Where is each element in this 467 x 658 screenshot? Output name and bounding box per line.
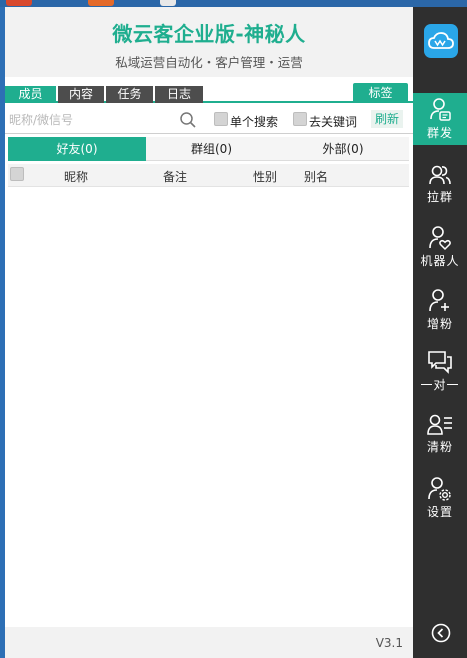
sidebar-item-settings[interactable]: 设置: [413, 472, 467, 524]
tab-members[interactable]: 成员: [5, 86, 56, 103]
contact-type-segment: 好友(0) 群组(0) 外部(0): [8, 137, 409, 161]
tab-tasks[interactable]: 任务: [106, 86, 153, 103]
column-gender[interactable]: 性别: [253, 168, 277, 185]
search-icon[interactable]: [179, 111, 197, 129]
desktop-icon: [6, 0, 32, 6]
segment-external[interactable]: 外部(0): [277, 137, 409, 161]
sidebar-label: 群发: [426, 126, 453, 140]
tag-button[interactable]: 标签: [353, 83, 408, 103]
tab-logs[interactable]: 日志: [155, 86, 203, 103]
search-bar: 单个搜索 去关键词 刷新: [5, 105, 413, 134]
segment-groups[interactable]: 群组(0): [146, 137, 277, 161]
contact-list: [8, 187, 409, 627]
sidebar-item-one-to-one[interactable]: 一对一: [413, 345, 467, 397]
app-logo: [424, 24, 458, 58]
app-title: 微云客企业版-神秘人: [112, 22, 306, 46]
search-input[interactable]: [9, 109, 199, 130]
select-all-checkbox[interactable]: [10, 167, 24, 181]
app-subtitle: 私域运营自动化・客户管理・运营: [115, 55, 303, 70]
desktop-icon: [88, 0, 114, 6]
sidebar-item-add-fans[interactable]: 增粉: [413, 284, 467, 336]
version-label: V3.1: [375, 636, 403, 650]
sidebar-item-broadcast[interactable]: 群发: [413, 93, 467, 145]
cloud-logo-icon: [428, 32, 454, 49]
tab-content[interactable]: 内容: [58, 86, 104, 103]
user-heart-icon: [429, 226, 451, 251]
sidebar-item-robot[interactable]: 机器人: [413, 221, 467, 273]
sidebar-label: 一对一: [420, 378, 460, 392]
user-list-icon: [427, 414, 452, 435]
header: 微云客企业版-神秘人 私域运营自动化・客户管理・运营: [5, 7, 413, 77]
remove-keyword-label: 去关键词: [309, 115, 358, 129]
sidebar-item-pull-group[interactable]: 拉群: [413, 159, 467, 211]
user-gear-icon: [428, 477, 451, 501]
sidebar-label: 拉群: [426, 190, 453, 204]
user-message-icon: [430, 98, 451, 121]
sidebar-label: 机器人: [420, 254, 460, 268]
chat-bubbles-icon: [428, 351, 452, 374]
status-footer: V3.1: [5, 627, 413, 658]
main-panel: 微云客企业版-神秘人 私域运营自动化・客户管理・运营 成员 内容 任务 日志 标…: [5, 7, 413, 658]
sidebar-label: 增粉: [426, 317, 453, 331]
table-header: 昵称 备注 性别 别名: [8, 164, 409, 187]
sidebar-label: 清粉: [426, 440, 453, 454]
desktop-background: [0, 0, 467, 7]
column-alias[interactable]: 别名: [304, 168, 328, 185]
tab-bar: 成员 内容 任务 日志 标签: [5, 77, 413, 103]
remove-keyword-checkbox[interactable]: [293, 112, 307, 126]
single-search-checkbox[interactable]: [214, 112, 228, 126]
sidebar-item-clean-fans[interactable]: 清粉: [413, 409, 467, 461]
segment-friends[interactable]: 好友(0): [8, 137, 146, 161]
app-window: 微云客企业版-神秘人 私域运营自动化・客户管理・运营 成员 内容 任务 日志 标…: [5, 7, 467, 658]
column-remark[interactable]: 备注: [163, 168, 187, 185]
users-icon: [429, 165, 451, 185]
sidebar-label: 设置: [426, 505, 453, 519]
desktop-icon: [160, 0, 176, 6]
column-nickname[interactable]: 昵称: [64, 168, 88, 185]
single-search-label: 单个搜索: [230, 115, 279, 129]
refresh-button[interactable]: 刷新: [371, 110, 403, 128]
user-plus-icon: [429, 289, 449, 312]
collapse-icon[interactable]: [431, 623, 451, 643]
sidebar: 群发 拉群 机器人 增粉 一对一 清粉 设置: [413, 7, 467, 658]
